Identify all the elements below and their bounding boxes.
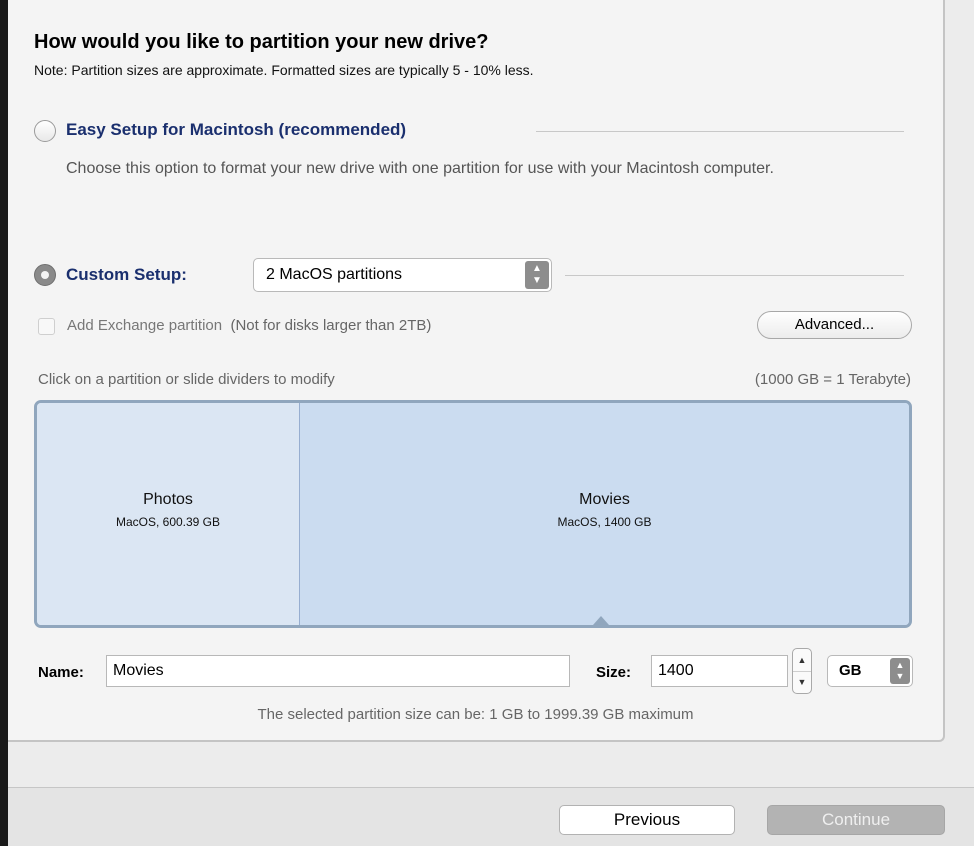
size-unit-select[interactable]: GB ▲ ▼ <box>827 655 913 687</box>
easy-setup-label[interactable]: Easy Setup for Macintosh (recommended) <box>66 120 406 140</box>
easy-setup-radio[interactable] <box>34 120 56 142</box>
chevron-updown-icon: ▲ ▼ <box>525 261 549 289</box>
partition-map[interactable]: Photos MacOS, 600.39 GB Movies MacOS, 14… <box>34 400 912 628</box>
partition-info: MacOS, 600.39 GB <box>115 515 221 529</box>
footer-bar: Previous Continue <box>8 787 974 846</box>
terabyte-note: (1000 GB = 1 Terabyte) <box>754 371 911 388</box>
installer-window: How would you like to partition your new… <box>8 0 974 846</box>
name-label: Name: <box>38 664 84 681</box>
custom-setup-radio[interactable] <box>34 264 56 286</box>
partition-instructions: Click on a partition or slide dividers t… <box>38 371 335 388</box>
easy-setup-divider <box>536 131 904 132</box>
chevron-updown-icon: ▲ ▼ <box>890 658 910 684</box>
previous-button[interactable]: Previous <box>559 805 735 835</box>
size-unit-value: GB <box>839 662 862 679</box>
partition-size-input[interactable] <box>651 655 788 687</box>
partition-name: Movies <box>579 491 630 508</box>
advanced-button[interactable]: Advanced... <box>757 311 912 339</box>
easy-setup-description: Choose this option to format your new dr… <box>66 160 774 177</box>
exchange-partition-note: (Not for disks larger than 2TB) <box>230 317 432 334</box>
partition-name-input[interactable] <box>106 655 570 687</box>
exchange-partition-label: Add Exchange partition (Not for disks la… <box>67 317 432 334</box>
partition-scheme-select[interactable]: 2 MacOS partitions ▲ ▼ <box>253 258 552 292</box>
partition-name: Photos <box>143 491 193 508</box>
selected-partition-marker <box>593 616 609 625</box>
stepper-down-icon[interactable]: ▼ <box>793 671 811 693</box>
partition-note: Note: Partition sizes are approximate. F… <box>34 62 534 78</box>
size-range-text: The selected partition size can be: 1 GB… <box>257 706 694 723</box>
partition-info: MacOS, 1400 GB <box>557 515 652 529</box>
partition-scheme-value: 2 MacOS partitions <box>266 266 403 283</box>
size-stepper[interactable]: ▲ ▼ <box>792 648 812 694</box>
exchange-partition-checkbox[interactable] <box>38 318 55 335</box>
partition-panel: How would you like to partition your new… <box>8 0 945 742</box>
custom-setup-label[interactable]: Custom Setup: <box>66 265 187 285</box>
partition-movies[interactable]: Movies MacOS, 1400 GB <box>300 403 909 625</box>
size-label: Size: <box>596 664 632 681</box>
continue-button[interactable]: Continue <box>767 805 945 835</box>
page-title: How would you like to partition your new… <box>34 31 489 53</box>
stepper-up-icon[interactable]: ▲ <box>793 649 811 672</box>
custom-setup-divider <box>565 275 904 276</box>
partition-photos[interactable]: Photos MacOS, 600.39 GB <box>37 403 300 625</box>
